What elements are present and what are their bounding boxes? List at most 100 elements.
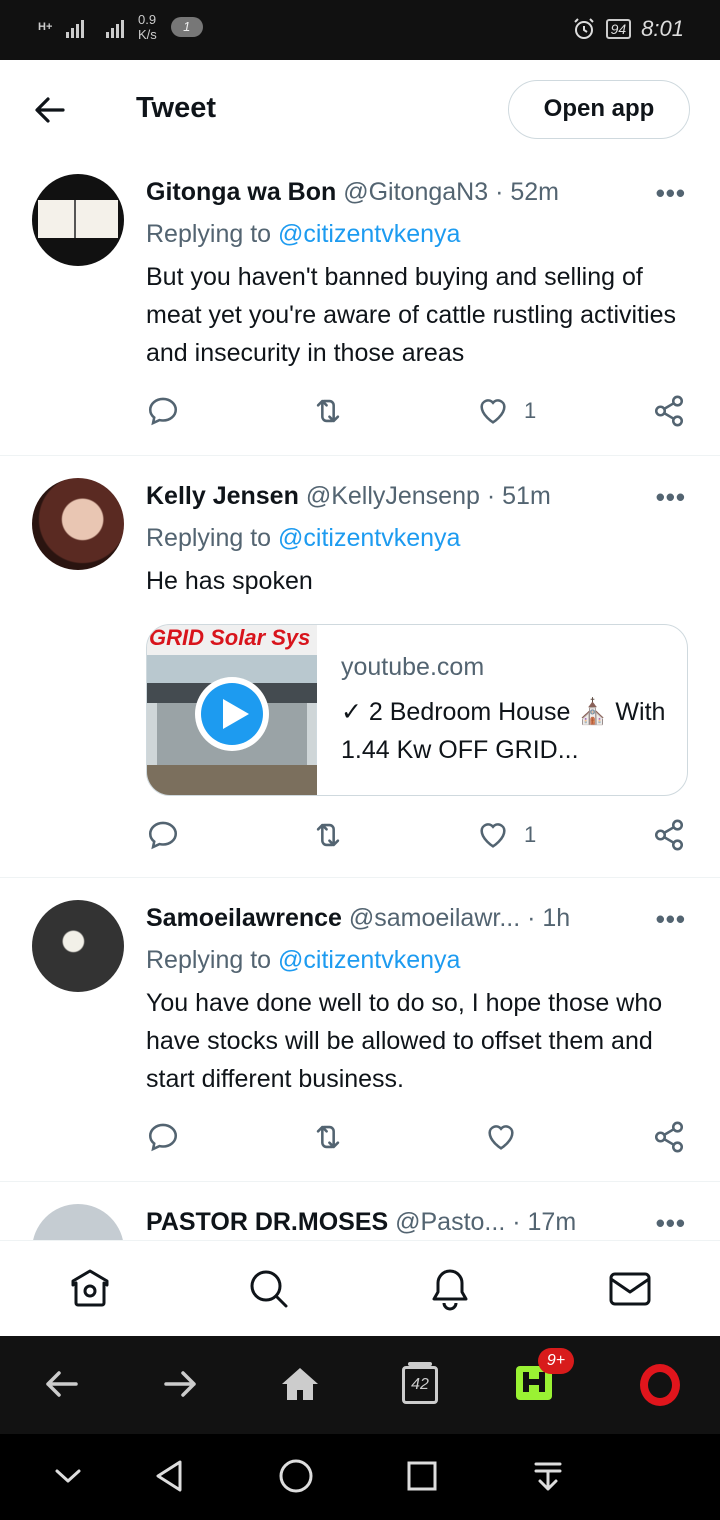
card-title: ✓ 2 Bedroom House ⛪ With 1.44 Kw OFF GRI…	[341, 698, 666, 764]
avatar[interactable]	[32, 478, 124, 570]
tweet-text: You have done well to do so, I hope thos…	[146, 989, 663, 1093]
like-button[interactable]: 1	[476, 818, 536, 852]
like-count: 1	[524, 822, 537, 847]
tweet-time: · 17m	[512, 1208, 577, 1236]
top-header: Tweet Open app	[0, 60, 720, 160]
speed-value: 0.9	[138, 12, 157, 27]
tweet-item[interactable]: Samoeilawrence @samoeilawr... · 1h ••• R…	[0, 880, 720, 1182]
heart-icon	[480, 399, 506, 424]
share-button[interactable]	[652, 394, 686, 428]
replying-to: Replying to @citizentvkenya	[146, 220, 460, 249]
heart-icon	[488, 1125, 514, 1150]
link-card[interactable]: GRID Solar Sys youtube.com ✓ 2 Bedroom H…	[146, 624, 688, 796]
tabs-count: 42	[411, 1376, 429, 1393]
avatar[interactable]	[32, 900, 124, 992]
retweet-icon	[316, 399, 340, 423]
replying-handle[interactable]: @citizentvkenya	[278, 220, 460, 248]
replying-prefix: Replying to	[146, 524, 279, 552]
reply-button[interactable]	[146, 1120, 180, 1154]
more-options-icon[interactable]: •••	[656, 178, 686, 209]
tweet-header: Kelly Jensen @KellyJensenp · 51m	[146, 482, 551, 511]
tweet-text: He has spoken	[146, 567, 313, 595]
bottom-navigation	[0, 1240, 720, 1336]
open-app-button[interactable]: Open app	[508, 80, 690, 139]
android-home-icon[interactable]	[276, 1456, 316, 1496]
search-icon[interactable]	[247, 1267, 291, 1311]
page-title: Tweet	[136, 92, 217, 124]
replying-handle[interactable]: @citizentvkenya	[278, 524, 460, 552]
back-arrow-icon[interactable]	[30, 92, 70, 128]
avatar[interactable]	[32, 1204, 124, 1240]
more-options-icon[interactable]: •••	[656, 482, 686, 513]
replying-prefix: Replying to	[146, 220, 279, 248]
author-handle: @Pasto...	[395, 1208, 506, 1236]
more-options-icon[interactable]: •••	[656, 904, 686, 935]
hype-button[interactable]: 9+	[516, 1348, 574, 1406]
battery-indicator: 94	[605, 19, 632, 39]
tweet-item[interactable]: Gitonga wa Bon @GitongaN3 · 52m ••• Repl…	[0, 160, 720, 456]
share-button[interactable]	[652, 818, 686, 852]
speed-unit: K/s	[138, 27, 157, 42]
notification-badge: 1	[170, 17, 203, 37]
tweet-time: · 1h	[527, 904, 571, 932]
retweet-button[interactable]	[311, 1120, 345, 1154]
tweet-header: Samoeilawrence @samoeilawr... · 1h	[146, 904, 570, 933]
share-button[interactable]	[652, 1120, 686, 1154]
retweet-button[interactable]	[311, 394, 345, 428]
replying-handle[interactable]: @citizentvkenya	[278, 946, 460, 974]
tweet-actions	[146, 1120, 691, 1160]
home-icon[interactable]	[68, 1267, 112, 1311]
retweet-icon	[316, 823, 340, 847]
retweet-button[interactable]	[311, 818, 345, 852]
replying-to: Replying to @citizentvkenya	[146, 524, 460, 553]
android-navigation-bar	[0, 1434, 720, 1520]
browser-toolbar: 42 9+	[0, 1336, 720, 1434]
browser-forward-icon[interactable]	[158, 1362, 202, 1406]
thumbnail-text: GRID Solar Sys	[149, 625, 311, 650]
network-type-label: H+	[38, 20, 53, 33]
replying-to: Replying to @citizentvkenya	[146, 946, 460, 975]
status-bar: H+ 0.9 K/s 1 94 8:01	[0, 0, 720, 60]
download-notifications-icon[interactable]	[528, 1456, 568, 1496]
collapse-chevron-icon[interactable]	[48, 1456, 88, 1496]
tweet-time: · 51m	[486, 482, 551, 510]
android-back-icon[interactable]	[150, 1456, 190, 1496]
browser-home-icon[interactable]	[278, 1362, 322, 1406]
notifications-bell-icon[interactable]	[428, 1267, 472, 1311]
tweet-actions: 1	[146, 394, 691, 434]
alarm-icon	[573, 18, 594, 39]
opera-menu-icon[interactable]	[638, 1362, 682, 1406]
reply-icon	[148, 397, 178, 426]
like-count: 1	[524, 398, 537, 423]
avatar[interactable]	[32, 174, 124, 266]
play-button[interactable]	[195, 677, 269, 751]
tweet-time: · 52m	[495, 178, 559, 206]
more-options-icon[interactable]: •••	[656, 1208, 686, 1239]
retweet-icon	[316, 1125, 340, 1149]
author-handle: @GitongaN3	[343, 178, 489, 206]
replying-prefix: Replying to	[146, 946, 279, 974]
signal-icon	[66, 16, 84, 38]
author-name[interactable]: PASTOR DR.MOSES	[146, 1208, 388, 1236]
video-thumbnail[interactable]: GRID Solar Sys	[147, 625, 317, 795]
heart-icon	[480, 823, 506, 848]
author-name[interactable]: Kelly Jensen	[146, 482, 299, 510]
reply-icon	[148, 1123, 178, 1152]
reply-button[interactable]	[146, 394, 180, 428]
tweet-actions: 1	[146, 818, 691, 858]
tabs-button[interactable]: 42	[398, 1362, 442, 1406]
like-button[interactable]: 1	[476, 394, 536, 428]
tweet-item[interactable]: Kelly Jensen @KellyJensenp · 51m ••• Rep…	[0, 458, 720, 878]
play-icon	[223, 699, 249, 729]
android-recents-icon[interactable]	[402, 1456, 442, 1496]
reply-button[interactable]	[146, 818, 180, 852]
browser-back-icon[interactable]	[40, 1362, 84, 1406]
reply-icon	[148, 821, 178, 850]
author-name[interactable]: Gitonga wa Bon	[146, 178, 336, 206]
like-button[interactable]	[484, 1120, 532, 1154]
tweet-item[interactable]: PASTOR DR.MOSES @Pasto... · 17m •••	[0, 1184, 720, 1240]
tweet-header: PASTOR DR.MOSES @Pasto... · 17m	[146, 1208, 576, 1237]
author-name[interactable]: Samoeilawrence	[146, 904, 342, 932]
signal-2-icon	[106, 16, 124, 38]
messages-mail-icon[interactable]	[608, 1267, 652, 1311]
